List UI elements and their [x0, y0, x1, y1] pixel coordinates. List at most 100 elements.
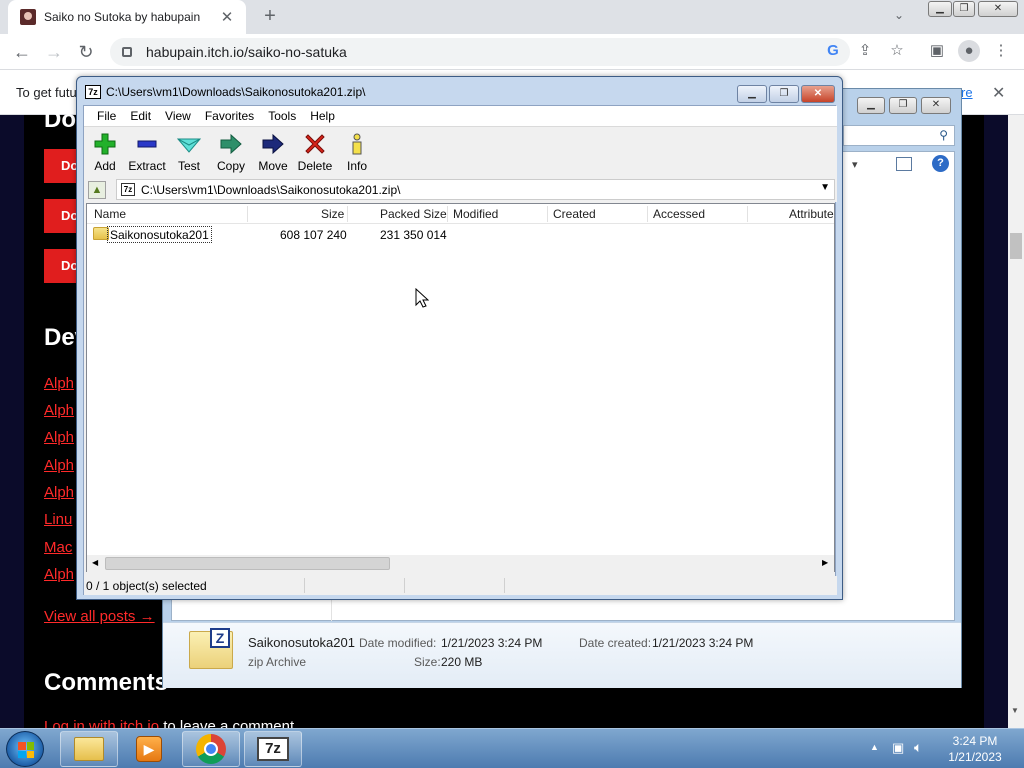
tab-close-icon[interactable]: ✕ [218, 8, 236, 26]
page-scrollbar[interactable]: ▼ [1008, 115, 1024, 728]
file-list[interactable]: Name Size Packed Size Modified Created A… [86, 203, 835, 572]
menu-favorites[interactable]: Favorites [198, 109, 261, 123]
explorer-details-pane: Z Saikonosutoka201 zip Archive Date modi… [163, 622, 961, 688]
window-title: 7z C:\Users\vm1\Downloads\Saikonosutoka2… [85, 85, 365, 99]
taskbar-chrome-button[interactable] [182, 731, 240, 767]
info-bar-link[interactable]: re [961, 85, 973, 100]
bookmark-star-icon[interactable]: ☆ [886, 40, 908, 62]
page-scrollbar-thumb[interactable] [1010, 233, 1022, 259]
side-panel-icon[interactable]: ▣ [926, 40, 948, 62]
devlog-link[interactable]: Alph [44, 484, 74, 501]
taskbar-media-player-button[interactable]: ▶ [120, 731, 178, 767]
details-modified-label: Date modified: [359, 636, 437, 650]
horizontal-scrollbar-thumb[interactable] [105, 557, 390, 570]
google-icon[interactable]: G [822, 40, 844, 62]
login-link[interactable]: Log in with itch.io [44, 718, 159, 728]
column-divider[interactable] [447, 206, 448, 222]
browser-minimize-button[interactable]: ▁ [928, 1, 952, 17]
new-tab-button[interactable]: + [258, 5, 282, 28]
add-button[interactable]: Add [84, 133, 126, 173]
status-bar: 0 / 1 object(s) selected [84, 576, 837, 595]
delete-label: Delete [297, 159, 333, 173]
list-header: Name Size Packed Size Modified Created A… [87, 204, 834, 224]
explorer-restore-button[interactable]: ❐ [889, 97, 917, 114]
login-prompt-text: to leave a comment. [159, 718, 299, 728]
column-divider[interactable] [547, 206, 548, 222]
omnibox[interactable]: habupain.itch.io/saiko-no-satuka [110, 38, 850, 66]
row-name[interactable]: Saikonosutoka201 [107, 226, 212, 243]
devlog-link[interactable]: Mac [44, 539, 72, 556]
column-created[interactable]: Created [553, 207, 596, 221]
explorer-search-box[interactable]: ⚲ [843, 125, 955, 146]
network-icon[interactable]: ▣ [892, 740, 904, 756]
profile-avatar-icon[interactable]: ● [958, 40, 980, 62]
minimize-button[interactable]: ▁ [737, 85, 767, 103]
menu-tools[interactable]: Tools [261, 109, 303, 123]
column-divider[interactable] [747, 206, 748, 222]
browser-restore-button[interactable]: ❐ [953, 1, 975, 17]
table-row[interactable]: Saikonosutoka201 608 107 240 231 350 014 [87, 226, 834, 244]
test-button[interactable]: Test [168, 133, 210, 173]
view-all-posts-link[interactable]: View all posts → [44, 608, 155, 625]
scroll-left-arrow-icon[interactable]: ◀ [92, 558, 98, 567]
delete-button[interactable]: Delete [294, 133, 336, 173]
show-hidden-icons-icon[interactable]: ▲ [870, 742, 879, 752]
devlog-link[interactable]: Linu [44, 511, 72, 528]
devlog-link[interactable]: Alph [44, 429, 74, 446]
volume-icon[interactable]: 🔈︎ [914, 739, 922, 756]
back-arrow-icon[interactable]: ← [10, 41, 34, 65]
taskbar-explorer-button[interactable] [60, 731, 118, 767]
explorer-close-button[interactable]: ✕ [921, 97, 951, 114]
maximize-button[interactable]: ❐ [769, 85, 799, 103]
kebab-menu-icon[interactable]: ⋮ [990, 40, 1012, 62]
scroll-down-arrow-icon[interactable]: ▼ [1011, 706, 1019, 715]
start-button[interactable] [6, 731, 44, 767]
menu-help[interactable]: Help [303, 109, 342, 123]
devlog-link[interactable]: Alph [44, 375, 74, 392]
path-dropdown-icon[interactable]: ▼ [820, 182, 830, 193]
browser-close-button[interactable]: ✕ [978, 1, 1018, 17]
extract-minus-icon [126, 133, 168, 155]
close-button[interactable]: ✕ [801, 85, 835, 103]
scroll-right-arrow-icon[interactable]: ▶ [822, 558, 828, 567]
help-icon[interactable]: ? [932, 155, 949, 172]
menu-edit[interactable]: Edit [123, 109, 158, 123]
info-bar-close-icon[interactable]: ✕ [992, 83, 1005, 103]
column-size[interactable]: Size [321, 207, 344, 221]
status-divider [504, 578, 505, 593]
column-accessed[interactable]: Accessed [653, 207, 705, 221]
preview-pane-icon[interactable] [896, 157, 912, 171]
devlog-link[interactable]: Alph [44, 457, 74, 474]
reload-icon[interactable]: ↻ [74, 41, 98, 65]
devlog-link[interactable]: Alph [44, 402, 74, 419]
path-combobox[interactable]: 7z C:\Users\vm1\Downloads\Saikonosutoka2… [116, 179, 835, 200]
menu-file[interactable]: File [90, 109, 123, 123]
browser-tab[interactable]: Saiko no Sutoka by habupain ✕ [8, 0, 246, 34]
extract-button[interactable]: Extract [126, 133, 168, 173]
column-divider[interactable] [647, 206, 648, 222]
details-size-value: 220 MB [441, 655, 483, 669]
view-options-chevron-icon[interactable]: ▾ [852, 158, 858, 171]
column-divider[interactable] [247, 206, 248, 222]
tab-search-chevron-icon[interactable]: ⌄ [894, 8, 904, 22]
folder-up-icon[interactable]: ▲ [88, 181, 106, 199]
status-divider [404, 578, 405, 593]
share-icon[interactable]: ⇪ [854, 40, 876, 62]
column-name[interactable]: Name [94, 207, 126, 221]
column-packed-size[interactable]: Packed Size [380, 207, 447, 221]
devlog-link[interactable]: Alph [44, 566, 74, 583]
copy-button[interactable]: Copy [210, 133, 252, 173]
column-attribute[interactable]: Attribute [789, 207, 834, 221]
horizontal-scrollbar[interactable]: ◀ ▶ [87, 555, 834, 572]
clock[interactable]: 3:24 PM 1/21/2023 [940, 733, 1010, 765]
move-button[interactable]: Move [252, 133, 294, 173]
taskbar-7zip-button[interactable]: 7z [244, 731, 302, 767]
path-text: C:\Users\vm1\Downloads\Saikonosutoka201.… [141, 182, 401, 197]
forward-arrow-icon[interactable]: → [42, 41, 66, 65]
mouse-cursor-icon [415, 288, 429, 308]
column-modified[interactable]: Modified [453, 207, 498, 221]
info-button[interactable]: Info [336, 133, 378, 173]
column-divider[interactable] [347, 206, 348, 222]
explorer-minimize-button[interactable]: ▁ [857, 97, 885, 114]
menu-view[interactable]: View [158, 109, 198, 123]
